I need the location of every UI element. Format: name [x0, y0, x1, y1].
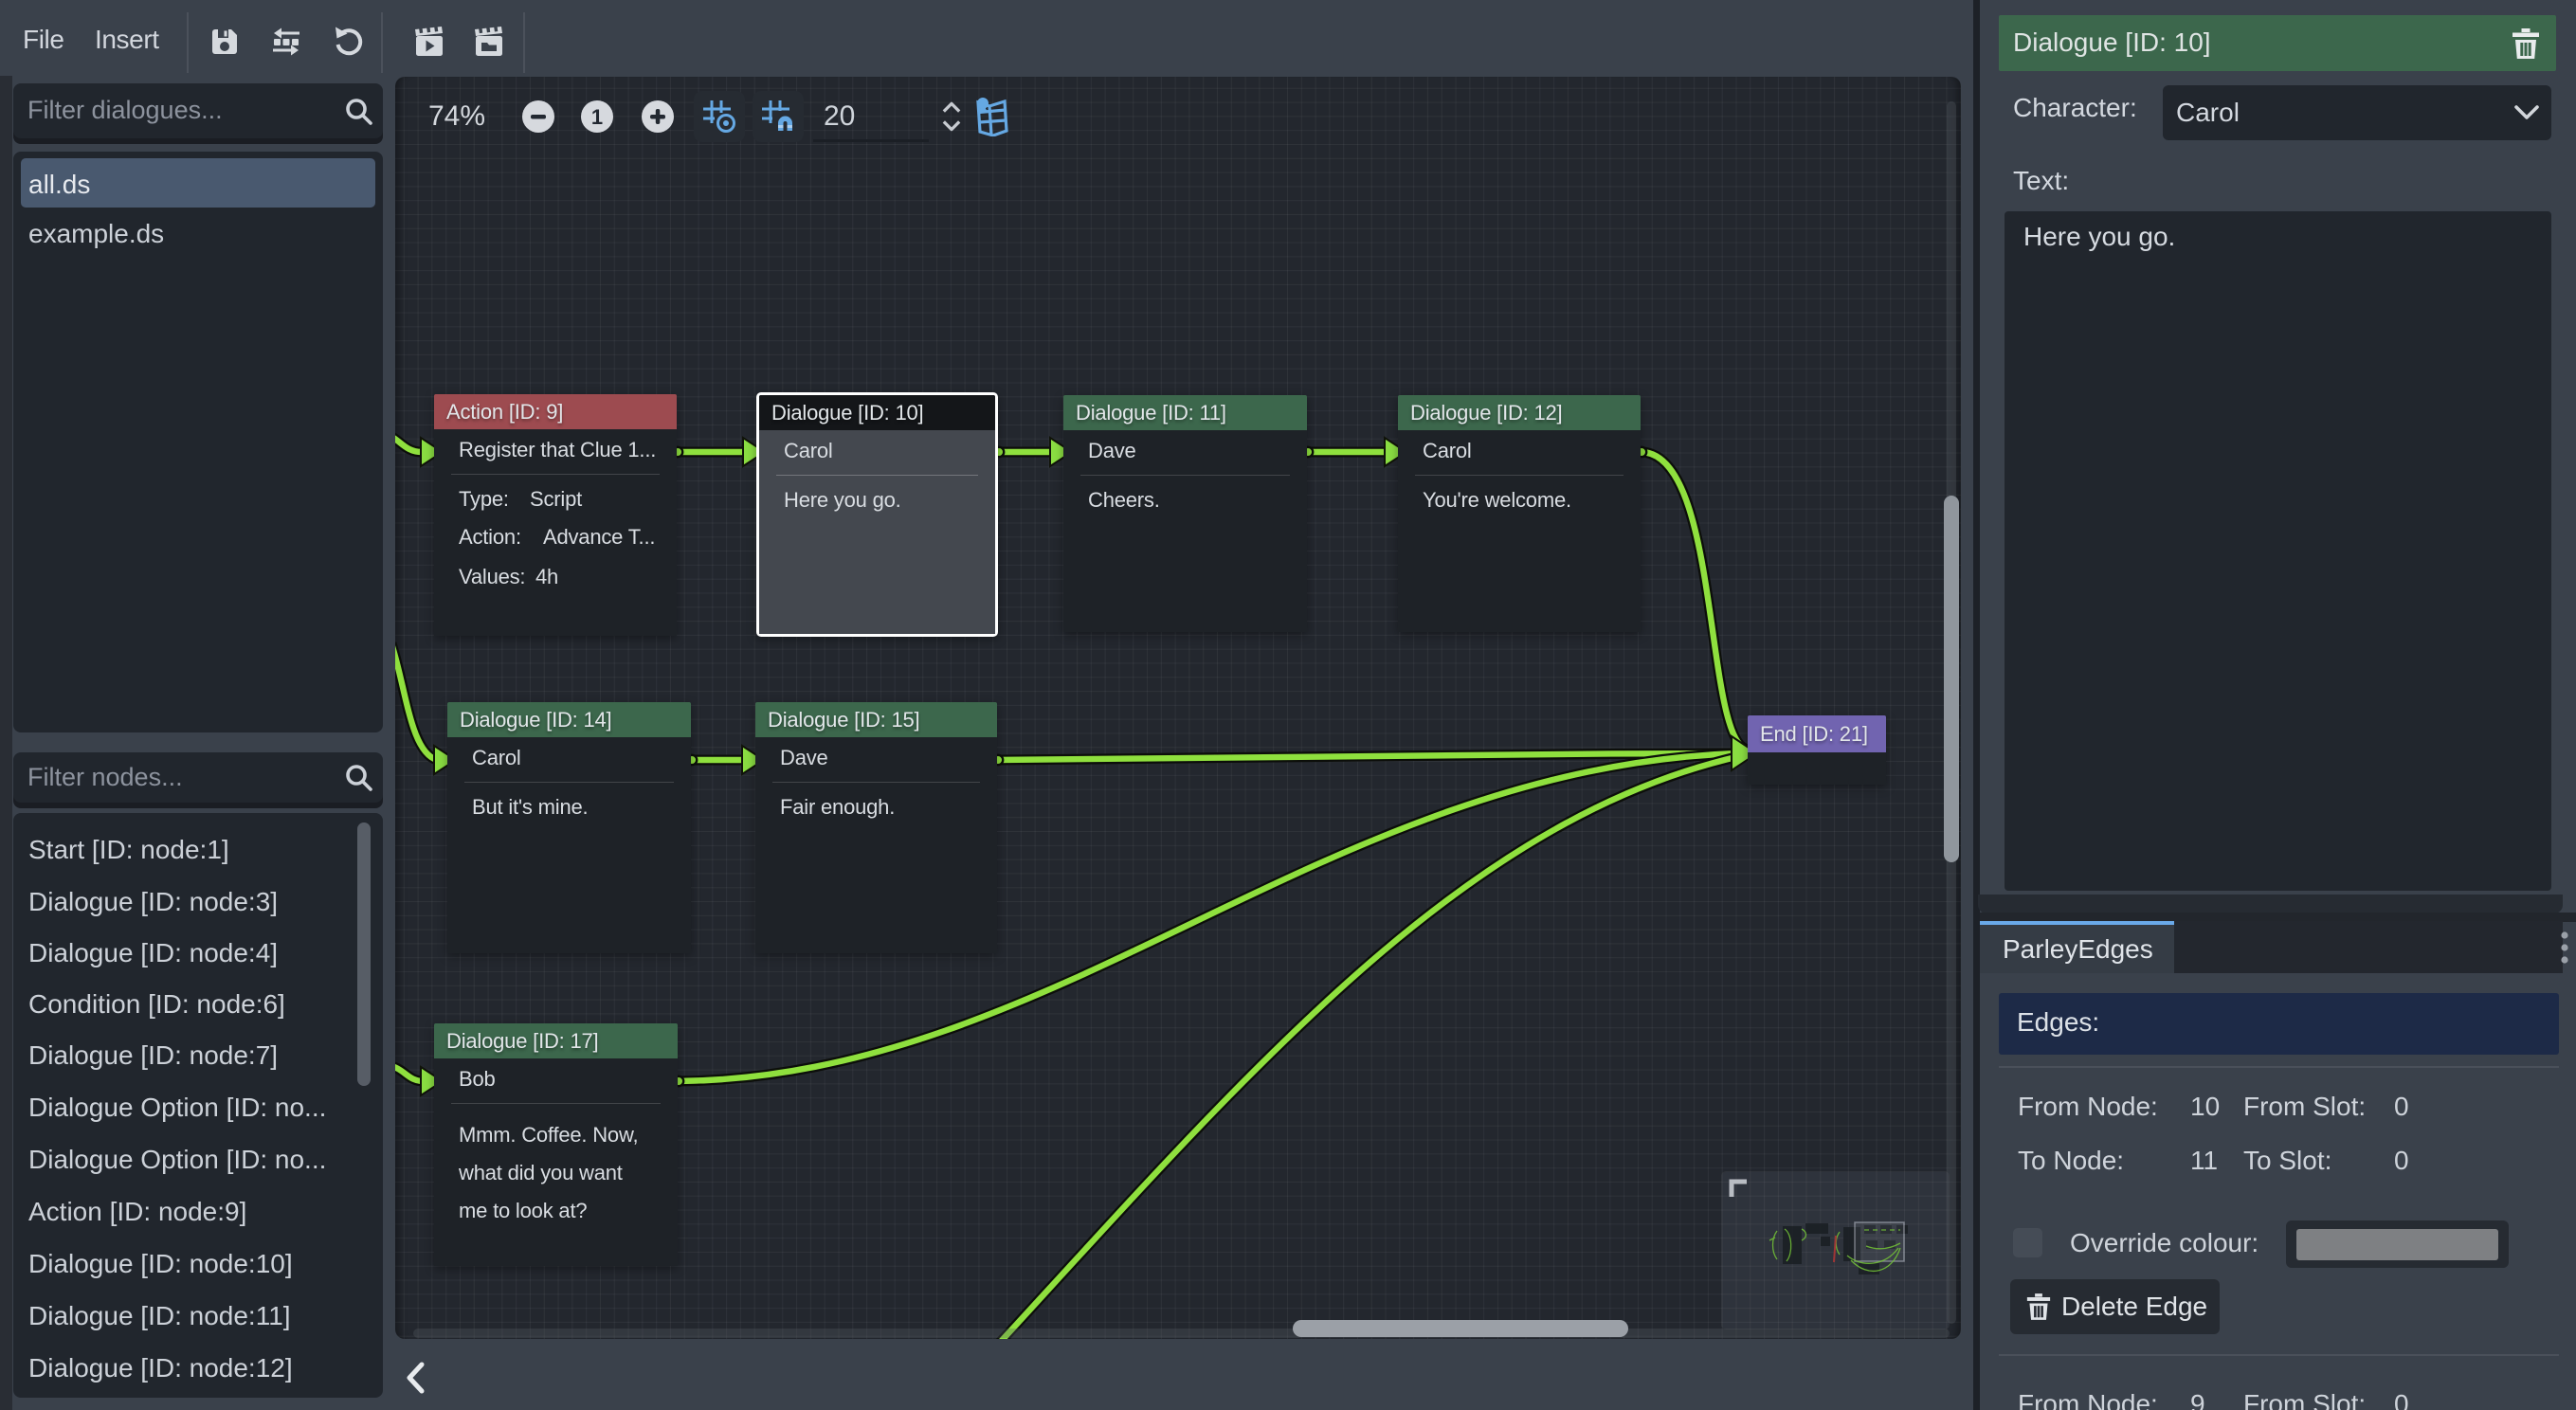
svg-text:1: 1 [591, 105, 603, 129]
